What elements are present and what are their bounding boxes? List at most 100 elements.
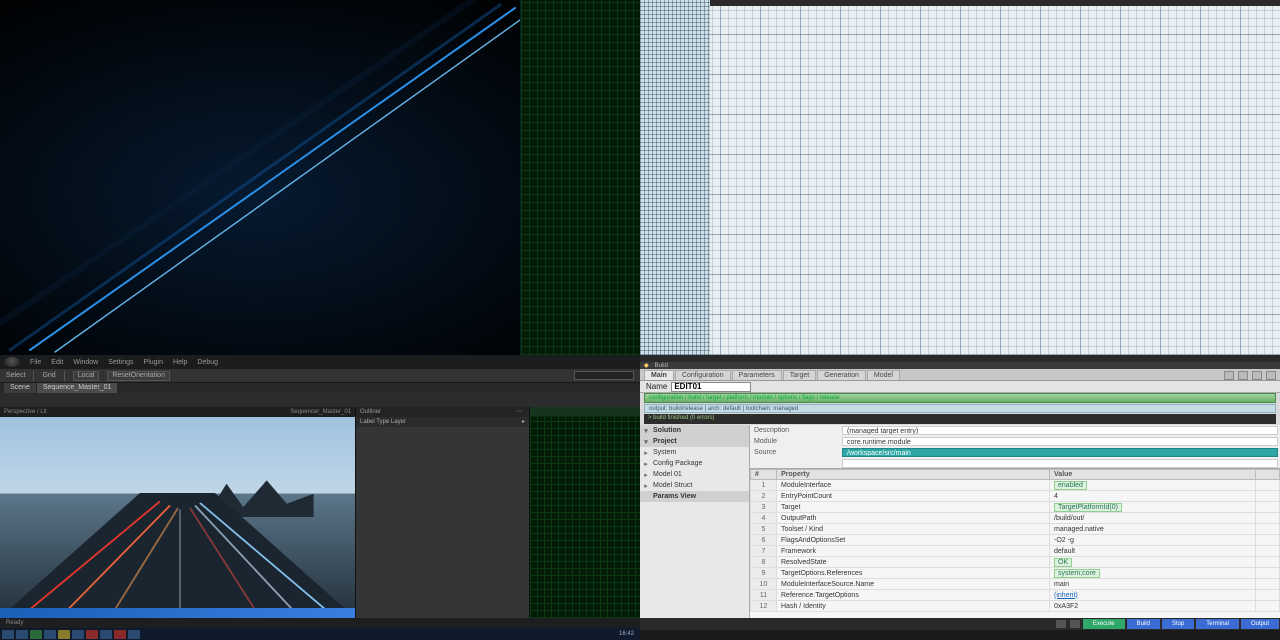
tree-row[interactable]: ▸Config Package — [640, 458, 749, 469]
taskbar-item[interactable] — [16, 630, 28, 639]
tool-reset-button[interactable]: ResetOrientation — [107, 371, 170, 381]
row-value[interactable]: -O2 -g — [1050, 535, 1256, 546]
taskbar-item[interactable] — [100, 630, 112, 639]
tree-row[interactable]: ▾Project — [640, 436, 749, 447]
prop-value[interactable]: /workspace/src/main — [842, 448, 1278, 457]
chevron-icon[interactable]: ▸ — [642, 482, 650, 490]
tool-local-button[interactable]: Local — [73, 371, 100, 381]
table-row[interactable]: 11Reference.TargetOptions(inherit) — [751, 590, 1280, 601]
outliner-body[interactable] — [356, 427, 529, 618]
row-value[interactable]: system;core — [1050, 568, 1256, 579]
table-row[interactable]: 10ModuleInterfaceSource.Namemain — [751, 579, 1280, 590]
ide-btn-output[interactable]: Output — [1241, 619, 1279, 629]
row-value[interactable]: main — [1050, 579, 1256, 590]
taskbar-item[interactable] — [86, 630, 98, 639]
col-extra[interactable] — [1255, 470, 1279, 480]
taskbar-item[interactable] — [30, 630, 42, 639]
panel-menu-icon[interactable]: ⋯ — [516, 407, 525, 416]
ide-tab-main[interactable]: Main — [644, 370, 674, 380]
prop-value[interactable]: (managed target entry) — [842, 426, 1278, 435]
menu-edit[interactable]: Edit — [51, 359, 63, 366]
ide-btn-build[interactable]: Build — [1127, 619, 1160, 629]
tool-snap[interactable]: Grid — [42, 372, 55, 379]
viewport-perspective-dark[interactable] — [0, 0, 640, 355]
ide-tab-gen[interactable]: Generation — [817, 370, 866, 380]
row-value[interactable]: 4 — [1050, 491, 1256, 502]
ide-tool-icon[interactable] — [1266, 371, 1276, 380]
row-value[interactable]: (inherit) — [1050, 590, 1256, 601]
table-row[interactable]: 7Frameworkdefault — [751, 546, 1280, 557]
menu-file[interactable]: File — [30, 359, 41, 366]
taskbar-item[interactable] — [114, 630, 126, 639]
table-row[interactable]: 5Toolset / Kindmanaged.native — [751, 524, 1280, 535]
tree-row[interactable]: ▸Model 01 — [640, 469, 749, 480]
ide-tab-target[interactable]: Target — [783, 370, 816, 380]
table-row[interactable]: 8ResolvedStateOK — [751, 557, 1280, 568]
taskbar-item[interactable] — [128, 630, 140, 639]
menu-debug[interactable]: Debug — [197, 359, 218, 366]
tool-mode[interactable]: Select — [6, 372, 25, 379]
table-row[interactable]: 1ModuleInterfaceenabled — [751, 480, 1280, 491]
ide-btn-execute[interactable]: Execute — [1083, 619, 1125, 629]
ide-tab-params[interactable]: Parameters — [732, 370, 782, 380]
tab-scene[interactable]: Scene — [4, 383, 36, 393]
row-value[interactable]: enabled — [1050, 480, 1256, 491]
row-value[interactable]: OK — [1050, 557, 1256, 568]
ide-top-label: Build — [655, 363, 668, 369]
tree-row[interactable]: ▸Model Struct — [640, 480, 749, 491]
status-text: Ready — [6, 620, 23, 626]
outliner-expand-icon[interactable]: ▸ — [522, 417, 525, 427]
chevron-icon[interactable]: ▸ — [642, 471, 650, 479]
menu-help[interactable]: Help — [173, 359, 187, 366]
toolbar-search-input[interactable] — [574, 371, 634, 380]
ide-tool-icon[interactable] — [1224, 371, 1234, 380]
row-value[interactable]: default — [1050, 546, 1256, 557]
chevron-icon[interactable]: ▸ — [642, 449, 650, 457]
taskbar-item[interactable] — [2, 630, 14, 639]
breadcrumb-left[interactable]: Perspective / Lit — [4, 407, 47, 417]
tab-sequence[interactable]: Sequence_Master_01 — [37, 383, 118, 393]
menu-settings[interactable]: Settings — [108, 359, 133, 366]
col-num[interactable]: # — [751, 470, 777, 480]
table-row[interactable]: 2EntryPointCount4 — [751, 491, 1280, 502]
table-row[interactable]: 4OutputPath/build/out/ — [751, 513, 1280, 524]
col-value[interactable]: Value — [1050, 470, 1256, 480]
dark-editor-grid-panel[interactable] — [530, 407, 640, 618]
taskbar-item[interactable] — [72, 630, 84, 639]
menu-window[interactable]: Window — [73, 359, 98, 366]
prop-value[interactable] — [842, 459, 1278, 468]
preview-viewport[interactable] — [0, 417, 355, 618]
table-row[interactable]: 6FlagsAndOptionsSet-O2 -g — [751, 535, 1280, 546]
tray-icon[interactable] — [1056, 620, 1066, 628]
chevron-icon[interactable]: ▸ — [642, 460, 650, 468]
row-value[interactable]: managed.native — [1050, 524, 1256, 535]
chevron-icon[interactable]: ▾ — [642, 438, 650, 446]
ide-name-input[interactable] — [671, 382, 751, 392]
ide-property-table[interactable]: # Property Value 1ModuleInterfaceenabled… — [750, 469, 1280, 618]
taskbar-item[interactable] — [58, 630, 70, 639]
tray-icon[interactable] — [1070, 620, 1080, 628]
row-value[interactable]: /build/out/ — [1050, 513, 1256, 524]
table-row[interactable]: 9TargetOptions.Referencessystem;core — [751, 568, 1280, 579]
ide-btn-stop[interactable]: Stop — [1162, 619, 1194, 629]
tree-row[interactable]: Params View — [640, 491, 749, 502]
row-value[interactable]: TargetPlatformId(0) — [1050, 502, 1256, 513]
ide-btn-terminal[interactable]: Terminal — [1196, 619, 1239, 629]
table-row[interactable]: 3TargetTargetPlatformId(0) — [751, 502, 1280, 513]
col-property[interactable]: Property — [777, 470, 1050, 480]
row-value[interactable]: 0xA3F2 — [1050, 601, 1256, 612]
taskbar-item[interactable] — [44, 630, 56, 639]
table-row[interactable]: 12Hash / Identity0xA3F2 — [751, 601, 1280, 612]
ide-tool-icon[interactable] — [1238, 371, 1248, 380]
row-extra — [1255, 568, 1279, 579]
preview-playbar[interactable] — [0, 608, 355, 618]
breadcrumb-right[interactable]: Sequencer_Master_01 — [290, 407, 351, 417]
tree-row[interactable]: ▸System — [640, 447, 749, 458]
ide-tab-model[interactable]: Model — [867, 370, 900, 380]
chevron-down-icon[interactable]: ▾ — [642, 427, 650, 435]
viewport-grid-light[interactable] — [640, 0, 1280, 355]
menu-plugin[interactable]: Plugin — [144, 359, 163, 366]
ide-tab-config[interactable]: Configuration — [675, 370, 731, 380]
prop-value[interactable]: core.runtime.module — [842, 437, 1278, 446]
ide-tool-icon[interactable] — [1252, 371, 1262, 380]
